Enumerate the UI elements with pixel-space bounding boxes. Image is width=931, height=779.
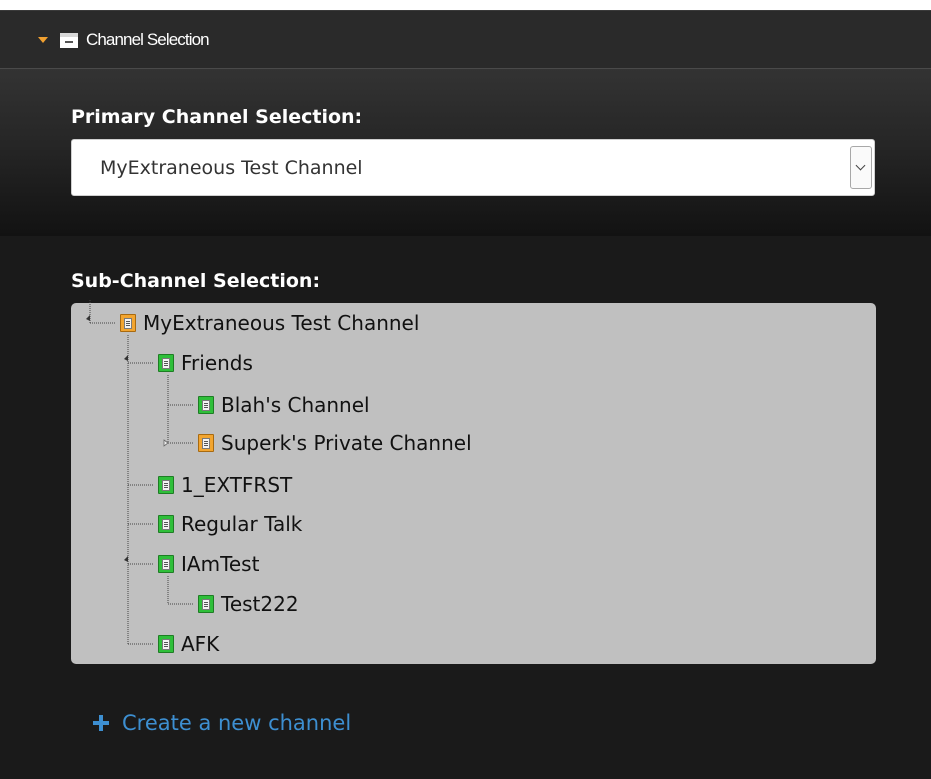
tree-node-label: Test222 — [221, 592, 299, 616]
tree-node-myextraneous-test-channel[interactable]: MyExtraneous Test Channel — [120, 308, 419, 338]
panel-title: Channel Selection — [86, 30, 210, 49]
tree-node-regular-talk[interactable]: Regular Talk — [158, 509, 302, 539]
tree-node-label: Friends — [181, 351, 253, 375]
window-icon — [60, 33, 78, 48]
tree-node-friends[interactable]: Friends — [158, 348, 253, 378]
tree-node-superks-private-channel[interactable]: Superk's Private Channel — [198, 428, 472, 458]
channel-icon — [158, 515, 174, 533]
channel-icon — [158, 555, 174, 573]
plus-icon — [93, 715, 109, 731]
channel-icon — [120, 314, 136, 332]
tree-node-test222[interactable]: Test222 — [198, 589, 299, 619]
tree-node-label: 1_EXTFRST — [181, 473, 293, 497]
tree-node-label: MyExtraneous Test Channel — [143, 311, 420, 335]
sub-channel-label: Sub-Channel Selection: — [71, 270, 321, 292]
primary-channel-label: Primary Channel Selection: — [71, 106, 363, 128]
tree-node-label: Superk's Private Channel — [221, 431, 472, 455]
tree-node-label: IAmTest — [181, 552, 260, 576]
chevron-down-icon[interactable] — [850, 146, 872, 189]
tree-node-label: Regular Talk — [181, 512, 303, 536]
channel-icon — [198, 595, 214, 613]
channel-icon — [198, 434, 214, 452]
tree-node-label: AFK — [181, 632, 220, 656]
channel-selection-panel: Channel Selection Primary Channel Select… — [0, 0, 931, 779]
caret-down-icon[interactable] — [38, 37, 48, 43]
tree-node-label: Blah's Channel — [221, 393, 370, 417]
tree-node-afk[interactable]: AFK — [158, 629, 219, 659]
tree-node-blahs-channel[interactable]: Blah's Channel — [198, 390, 370, 420]
create-channel-label: Create a new channel — [122, 711, 352, 735]
primary-channel-value: MyExtraneous Test Channel — [100, 157, 363, 179]
channel-icon — [158, 354, 174, 372]
channel-icon — [158, 635, 174, 653]
channel-icon — [198, 396, 214, 414]
primary-channel-select[interactable]: MyExtraneous Test Channel — [71, 139, 875, 196]
panel-header[interactable]: Channel Selection — [0, 10, 931, 69]
top-edge — [0, 0, 931, 10]
tree-node-iamtest[interactable]: IAmTest — [158, 549, 259, 579]
tree-node-1-extfrst[interactable]: 1_EXTFRST — [158, 470, 292, 500]
create-channel-link[interactable]: Create a new channel — [93, 711, 351, 735]
channel-icon — [158, 476, 174, 494]
